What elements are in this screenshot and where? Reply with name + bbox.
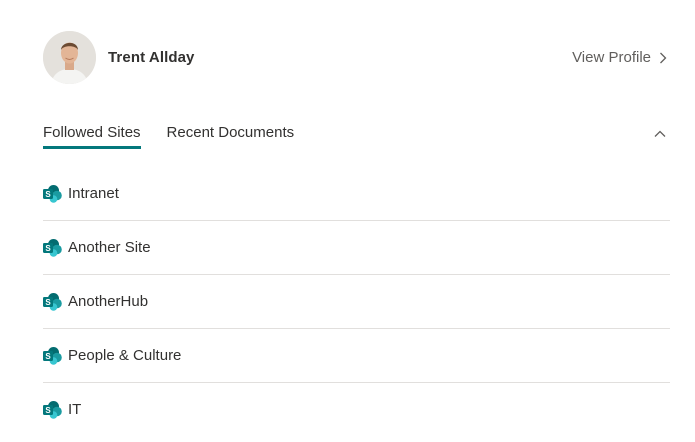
- sharepoint-icon: S: [43, 292, 62, 311]
- followed-sites-list: S Intranet S Another Site S AnotherHub S…: [43, 167, 670, 436]
- svg-text:S: S: [45, 298, 51, 307]
- site-item-another-site[interactable]: S Another Site: [43, 221, 670, 275]
- site-item-intranet[interactable]: S Intranet: [43, 167, 670, 221]
- tab-bar: Followed Sites Recent Documents: [43, 124, 667, 154]
- site-item-label: IT: [68, 401, 82, 418]
- view-profile-link[interactable]: View Profile: [572, 49, 667, 66]
- site-item-people-culture[interactable]: S People & Culture: [43, 329, 670, 383]
- tab-followed-sites[interactable]: Followed Sites: [43, 124, 141, 149]
- sharepoint-icon: S: [43, 346, 62, 365]
- svg-text:S: S: [45, 244, 51, 253]
- view-profile-label: View Profile: [572, 48, 651, 66]
- chevron-up-icon[interactable]: [653, 127, 667, 141]
- site-item-label: AnotherHub: [68, 293, 149, 310]
- site-item-anotherhub[interactable]: S AnotherHub: [43, 275, 670, 329]
- svg-text:S: S: [45, 352, 51, 361]
- site-item-it[interactable]: S IT: [43, 383, 670, 436]
- tab-recent-documents[interactable]: Recent Documents: [167, 124, 295, 149]
- chevron-right-icon: [659, 51, 667, 64]
- sharepoint-icon: S: [43, 400, 62, 419]
- site-item-label: People & Culture: [68, 347, 182, 364]
- profile-header: Trent Allday View Profile: [43, 30, 667, 84]
- sharepoint-icon: S: [43, 238, 62, 257]
- sharepoint-icon: S: [43, 184, 62, 203]
- avatar[interactable]: [43, 30, 96, 84]
- svg-text:S: S: [45, 406, 51, 415]
- site-item-label: Another Site: [68, 239, 151, 256]
- profile-name: Trent Allday: [108, 48, 195, 66]
- profile-panel: Trent Allday View Profile Followed Sites…: [0, 0, 695, 442]
- svg-text:S: S: [45, 190, 51, 199]
- site-item-label: Intranet: [68, 185, 119, 202]
